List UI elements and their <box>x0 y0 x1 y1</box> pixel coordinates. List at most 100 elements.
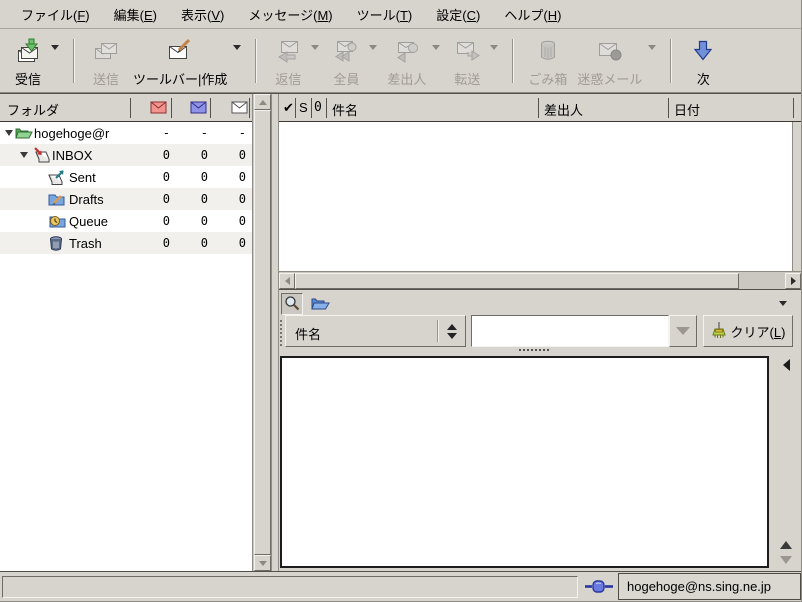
total-count: - <box>212 126 246 140</box>
compose-button[interactable]: ツールバー|作成 <box>128 33 232 90</box>
junk-mail-button-label: 迷惑メール <box>577 69 642 88</box>
toolbar-grip[interactable] <box>279 319 283 347</box>
arrow-right-icon <box>791 277 796 285</box>
folder-list-header: フォルダ <box>0 94 252 122</box>
compose-mail-icon <box>166 36 194 66</box>
sent-folder-icon <box>48 169 66 188</box>
folder-pane-scrollbar[interactable] <box>252 94 271 571</box>
date-column-header[interactable]: 日付 <box>674 100 700 119</box>
attachment-column-header[interactable]: 0 <box>314 100 322 115</box>
pane-splitter[interactable] <box>271 94 279 571</box>
reply-button[interactable]: 返信 <box>266 33 310 90</box>
reply-all-icon <box>333 36 359 66</box>
trash-button-label: ごみ箱 <box>528 69 567 88</box>
trash-icon <box>536 36 560 66</box>
trash-button[interactable]: ごみ箱 <box>523 33 572 90</box>
new-count: 0 <box>136 170 170 184</box>
clear-button[interactable]: クリア(L) <box>703 315 793 347</box>
menu-item-message[interactable]: メッセージ(M) <box>237 1 343 28</box>
clear-broom-icon <box>711 321 727 342</box>
folder-row-inbox[interactable]: INBOX 0 0 0 <box>0 144 252 166</box>
folder-select-button[interactable] <box>308 293 332 315</box>
subject-column-header[interactable]: 件名 <box>332 100 358 119</box>
folder-row-trash[interactable]: Trash 0 0 0 <box>0 232 252 254</box>
queue-folder-icon <box>48 213 66 232</box>
junk-mail-icon <box>597 36 623 66</box>
compose-dropdown-arrow-icon[interactable] <box>230 32 244 62</box>
menu-item-help[interactable]: ヘルプ(H) <box>493 1 572 28</box>
pane-resize-handle[interactable] <box>519 349 549 352</box>
folder-row-sent[interactable]: Sent 0 0 0 <box>0 166 252 188</box>
scrollbar-thumb[interactable] <box>295 273 739 289</box>
total-count: 0 <box>212 148 246 162</box>
message-list[interactable] <box>279 122 793 271</box>
reply-all-button[interactable]: 全員 <box>324 33 368 90</box>
folder-row-drafts[interactable]: Drafts 0 0 0 <box>0 188 252 210</box>
expander-icon[interactable] <box>20 152 28 158</box>
search-history-dropdown-button[interactable] <box>669 315 697 347</box>
message-view[interactable] <box>280 356 769 568</box>
forward-icon <box>454 36 480 66</box>
reply-sender-button-label: 差出人 <box>387 69 426 88</box>
unread-column-icon[interactable] <box>190 101 207 117</box>
account-selector[interactable]: hogehoge@ns.sing.ne.jp <box>618 573 801 600</box>
reply-dropdown-arrow-icon[interactable] <box>308 32 322 62</box>
menu-item-configuration[interactable]: 設定(C) <box>425 1 491 28</box>
new-count: - <box>136 126 170 140</box>
send-button[interactable]: 送信 <box>84 33 128 90</box>
toolbar-separator <box>512 39 514 83</box>
scroll-down-button[interactable] <box>254 555 271 571</box>
new-count: 0 <box>136 236 170 250</box>
forward-button-label: 転送 <box>454 69 480 88</box>
from-column-header[interactable]: 差出人 <box>544 100 583 119</box>
total-count: 0 <box>212 170 246 184</box>
forward-dropdown-arrow-icon[interactable] <box>487 32 501 62</box>
expander-icon[interactable] <box>5 130 13 136</box>
reply-button-label: 返信 <box>275 69 301 88</box>
folder-row-account[interactable]: hogehoge@r - - - <box>0 122 252 144</box>
menu-item-tools[interactable]: ツール(T) <box>346 1 424 28</box>
unread-count: 0 <box>174 148 208 162</box>
next-button[interactable]: 次 <box>681 33 725 90</box>
folder-tree: hogehoge@r - - - INBOX 0 0 0 <box>0 122 252 254</box>
next-button-label: 次 <box>697 69 710 88</box>
toolbar: 受信 送信 ツールバー|作成 返信 <box>0 30 802 93</box>
dropdown-arrow-icon <box>676 327 690 335</box>
search-input[interactable] <box>471 315 669 347</box>
scroll-left-button[interactable] <box>279 273 295 289</box>
quick-search-menu-arrow-icon[interactable] <box>779 301 787 306</box>
reply-all-dropdown-arrow-icon[interactable] <box>366 32 380 62</box>
junk-mail-button[interactable]: 迷惑メール <box>572 33 647 90</box>
statusbar: hogehoge@ns.sing.ne.jp <box>0 572 802 602</box>
junk-dropdown-arrow-icon[interactable] <box>645 32 659 62</box>
reply-sender-dropdown-arrow-icon[interactable] <box>429 32 443 62</box>
mimeview-scroll-down-icon[interactable] <box>780 556 792 564</box>
menu-item-view[interactable]: 表示(V) <box>170 1 235 28</box>
mimeview-scroll-up-icon[interactable] <box>780 541 792 549</box>
main-area: フォルダ <box>0 93 802 572</box>
menu-item-edit[interactable]: 編集(E) <box>103 1 168 28</box>
receive-dropdown-arrow-icon[interactable] <box>48 32 62 62</box>
scroll-right-button[interactable] <box>785 273 801 289</box>
folder-column-header[interactable]: フォルダ <box>7 100 59 119</box>
search-field-selector[interactable]: 件名 <box>285 315 466 347</box>
scroll-up-button[interactable] <box>254 94 271 110</box>
unread-count: 0 <box>174 236 208 250</box>
receive-button-label: 受信 <box>15 69 41 88</box>
folder-row-queue[interactable]: Queue 0 0 0 <box>0 210 252 232</box>
forward-button[interactable]: 転送 <box>445 33 489 90</box>
new-column-icon[interactable] <box>150 101 167 117</box>
reply-sender-button[interactable]: 差出人 <box>382 33 431 90</box>
status-column-header[interactable]: S <box>299 100 308 115</box>
total-column-icon[interactable] <box>231 101 248 117</box>
menubar: ファイル(F) 編集(E) 表示(V) メッセージ(M) ツール(T) 設定(C… <box>0 0 802 29</box>
message-list-hscrollbar[interactable] <box>279 271 802 289</box>
mail-client-window: ファイル(F) 編集(E) 表示(V) メッセージ(M) ツール(T) 設定(C… <box>0 0 802 602</box>
scrollbar-thumb[interactable] <box>254 110 271 555</box>
receive-button[interactable]: 受信 <box>6 33 50 90</box>
search-toggle-button[interactable] <box>281 293 303 315</box>
menu-item-file[interactable]: ファイル(F) <box>10 1 101 28</box>
attachment-pane-collapse-icon[interactable] <box>783 359 790 371</box>
total-count: 0 <box>212 192 246 206</box>
mark-column-header[interactable]: ✔ <box>283 100 294 116</box>
